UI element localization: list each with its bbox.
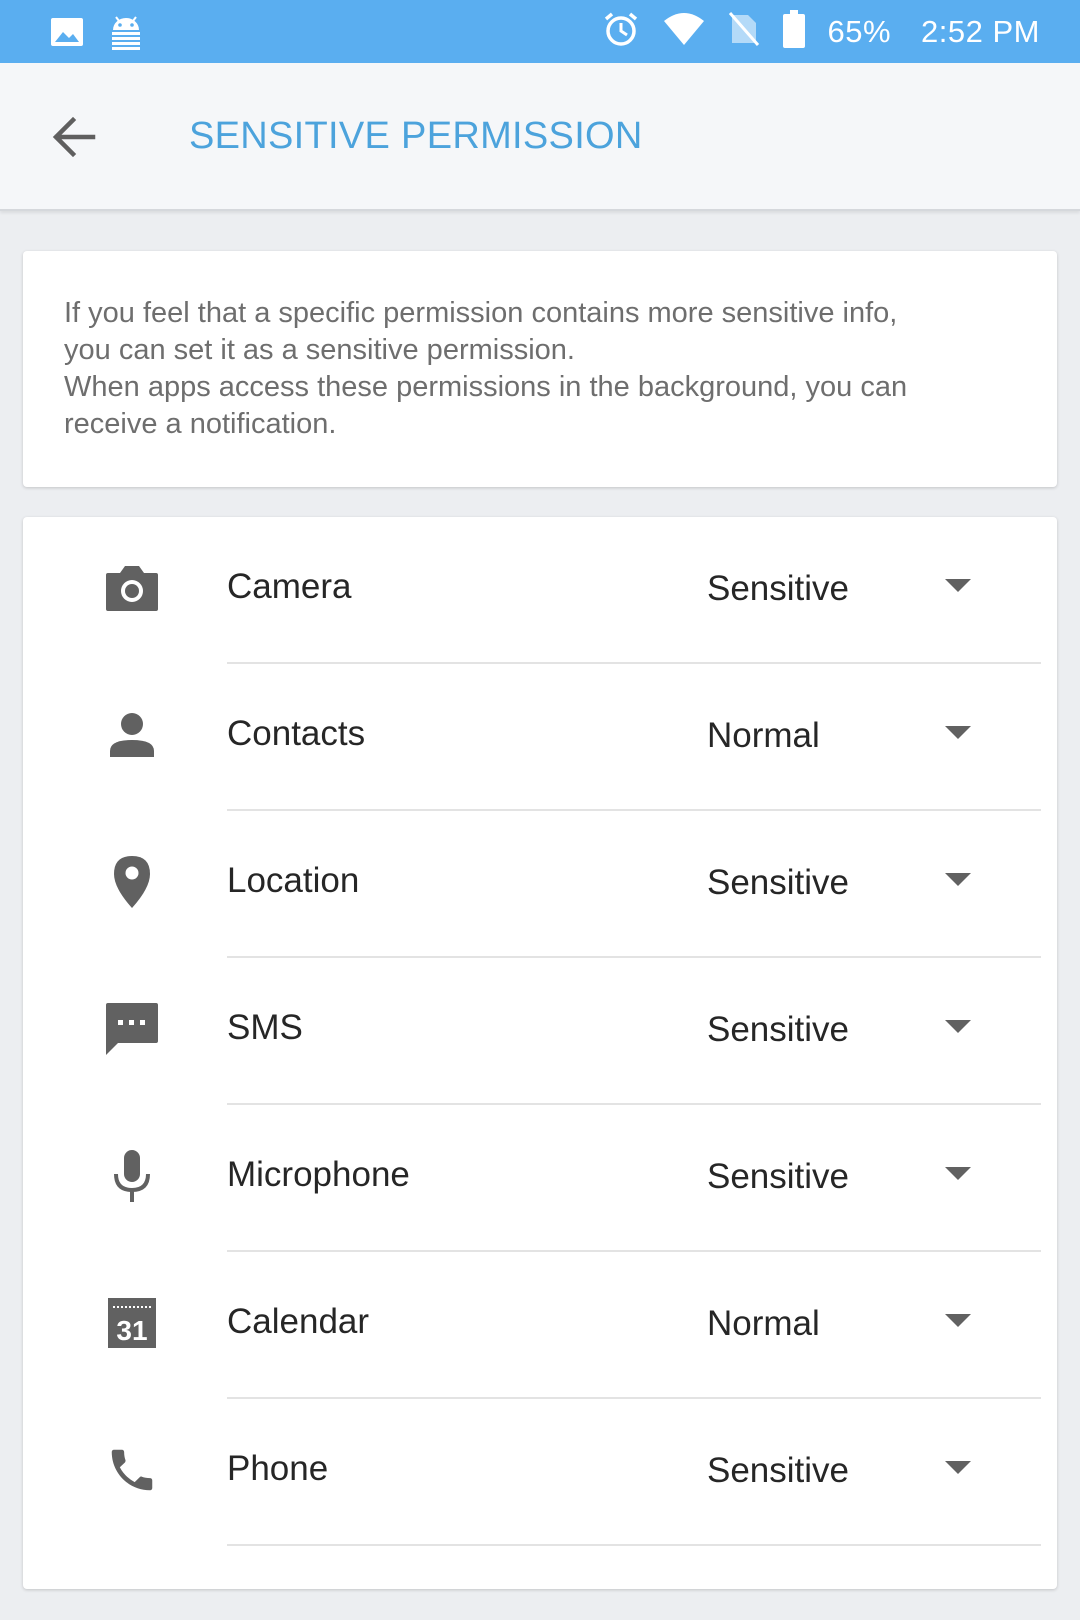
dropdown-arrow-icon [945, 1167, 971, 1180]
divider [227, 1544, 1041, 1546]
permission-label: Phone [227, 1449, 329, 1488]
permission-level-select[interactable]: Normal [707, 712, 987, 768]
permission-label: SMS [227, 1008, 303, 1047]
permission-row-microphone: Microphone Sensitive [23, 1105, 1057, 1252]
contacts-icon [103, 706, 161, 764]
permission-level-value: Normal [707, 716, 820, 755]
permission-row-phone: Phone Sensitive [23, 1399, 1057, 1546]
dropdown-arrow-icon [945, 1314, 971, 1327]
permission-label: Microphone [227, 1155, 410, 1194]
dropdown-arrow-icon [945, 1020, 971, 1033]
permission-row-camera: Camera Sensitive [23, 517, 1057, 664]
calendar-icon: 31 [103, 1294, 161, 1352]
permission-level-select[interactable]: Sensitive [707, 1447, 987, 1503]
permission-level-select[interactable]: Sensitive [707, 565, 987, 621]
dropdown-arrow-icon [945, 579, 971, 592]
battery-icon [782, 9, 806, 54]
permission-label: Contacts [227, 714, 366, 753]
calendar-day-text: 31 [116, 1315, 147, 1346]
page-title: SENSITIVE PERMISSION [189, 115, 643, 157]
permission-row-calendar: 31 Calendar Normal [23, 1252, 1057, 1399]
permission-label: Camera [227, 567, 352, 606]
battery-percent: 65% [827, 13, 892, 49]
dropdown-arrow-icon [945, 1461, 971, 1474]
permission-row-contacts: Contacts Normal [23, 664, 1057, 811]
back-arrow-icon [51, 114, 97, 165]
clock: 2:52 PM [921, 13, 1040, 49]
info-card: If you feel that a specific permission c… [23, 251, 1057, 487]
permission-label: Calendar [227, 1302, 370, 1341]
permission-level-value: Sensitive [707, 1157, 850, 1196]
info-line-1: If you feel that a specific permission c… [64, 297, 898, 329]
back-button[interactable] [46, 111, 102, 167]
android-debug-icon [106, 12, 146, 57]
camera-icon [103, 559, 161, 617]
wifi-icon [662, 11, 706, 52]
permission-level-select[interactable]: Sensitive [707, 859, 987, 915]
permission-level-select[interactable]: Sensitive [707, 1153, 987, 1209]
permission-level-value: Sensitive [707, 863, 850, 902]
permission-label: Location [227, 861, 360, 900]
microphone-icon [103, 1147, 161, 1205]
permissions-list: Camera Sensitive Contacts Normal Locatio… [23, 517, 1057, 1589]
permission-level-value: Normal [707, 1304, 820, 1343]
dropdown-arrow-icon [945, 873, 971, 886]
permission-row-location: Location Sensitive [23, 811, 1057, 958]
alarm-icon [602, 10, 640, 53]
permission-level-value: Sensitive [707, 1451, 850, 1490]
dropdown-arrow-icon [945, 726, 971, 739]
info-line-4: receive a notification. [64, 408, 337, 440]
phone-icon [103, 1441, 161, 1499]
location-icon [103, 853, 161, 911]
info-line-2: you can set it as a sensitive permission… [64, 334, 575, 366]
permission-row-sms: SMS Sensitive [23, 958, 1057, 1105]
permission-level-select[interactable]: Normal [707, 1300, 987, 1356]
gallery-icon [50, 15, 84, 54]
status-bar: 65% 2:52 PM [0, 0, 1080, 63]
no-sim-icon [728, 11, 760, 52]
permission-level-value: Sensitive [707, 569, 850, 608]
app-bar: SENSITIVE PERMISSION [0, 63, 1080, 211]
permission-level-select[interactable]: Sensitive [707, 1006, 987, 1062]
sms-icon [103, 1000, 161, 1058]
permission-level-value: Sensitive [707, 1010, 850, 1049]
info-line-3: When apps access these permissions in th… [64, 371, 908, 403]
